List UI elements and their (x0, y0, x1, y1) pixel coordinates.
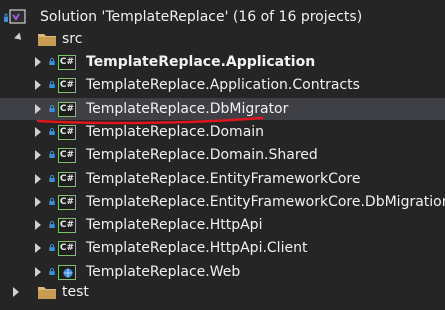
folder-icon (38, 34, 56, 46)
lock-icon (49, 244, 55, 251)
project-row[interactable]: C# TemplateReplace.HttpApi.Client (0, 237, 445, 259)
folder-label-src: src (62, 31, 83, 47)
expand-arrow-icon[interactable] (33, 197, 43, 207)
expand-arrow-icon[interactable] (33, 104, 43, 114)
folder-label-test: test (62, 284, 89, 300)
csharp-project-icon: C# (58, 241, 76, 256)
solution-row[interactable]: Solution 'TemplateReplace' (16 of 16 pro… (0, 6, 445, 28)
csharp-project-icon: C# (58, 55, 76, 70)
project-row[interactable]: C# TemplateReplace.Application.Contracts (0, 74, 445, 96)
collapse-arrow-icon[interactable] (14, 32, 24, 44)
lock-icon (49, 221, 55, 228)
folder-row-test[interactable]: test (0, 281, 445, 303)
csharp-project-icon: C# (58, 78, 76, 93)
lock-icon (49, 198, 55, 205)
project-label: TemplateReplace.Domain.Shared (86, 147, 318, 163)
csharp-project-icon: C# (58, 172, 76, 187)
csharp-project-icon: C# (58, 148, 76, 163)
solution-icon (4, 9, 26, 24)
lock-icon (49, 128, 55, 135)
lock-icon (49, 105, 55, 112)
lock-icon (49, 268, 55, 275)
web-project-icon (58, 265, 76, 280)
project-label: TemplateReplace.HttpApi.Client (86, 240, 308, 256)
lock-icon (49, 81, 55, 88)
project-label: TemplateReplace.HttpApi (86, 217, 263, 233)
annotation-underline (36, 116, 264, 125)
csharp-project-icon: C# (58, 218, 76, 233)
expand-arrow-icon[interactable] (33, 127, 43, 137)
expand-arrow-icon[interactable] (33, 220, 43, 230)
project-row[interactable]: C# TemplateReplace.Application (0, 51, 445, 73)
project-row[interactable]: C# TemplateReplace.Domain.Shared (0, 144, 445, 166)
expand-arrow-icon[interactable] (33, 243, 43, 253)
project-label: TemplateReplace.Application.Contracts (86, 77, 360, 93)
expand-arrow-icon[interactable] (33, 150, 43, 160)
project-label: TemplateReplace.EntityFrameworkCore (86, 171, 361, 187)
lock-icon (49, 175, 55, 182)
expand-arrow-icon[interactable] (33, 80, 43, 90)
project-label: TemplateReplace.Application (86, 54, 316, 70)
project-row[interactable]: TemplateReplace.Web (0, 261, 445, 283)
csharp-project-icon: C# (58, 195, 76, 210)
solution-label: Solution 'TemplateReplace' (16 of 16 pro… (40, 9, 363, 25)
project-row[interactable]: C# TemplateReplace.EntityFrameworkCore (0, 168, 445, 190)
folder-row-src[interactable]: src (0, 28, 445, 50)
project-label: TemplateReplace.Web (86, 264, 241, 280)
lock-icon (49, 58, 55, 65)
expand-arrow-icon[interactable] (33, 57, 43, 67)
expand-arrow-icon[interactable] (11, 287, 21, 297)
expand-arrow-icon[interactable] (33, 267, 43, 277)
folder-icon (38, 287, 56, 299)
project-row[interactable]: C# TemplateReplace.EntityFrameworkCore.Db… (0, 191, 445, 213)
csharp-project-icon: C# (58, 125, 76, 140)
expand-arrow-icon[interactable] (33, 174, 43, 184)
project-label: TemplateReplace.EntityFrameworkCore.DbMi… (86, 194, 445, 210)
lock-icon (49, 151, 55, 158)
project-row[interactable]: C# TemplateReplace.HttpApi (0, 214, 445, 236)
